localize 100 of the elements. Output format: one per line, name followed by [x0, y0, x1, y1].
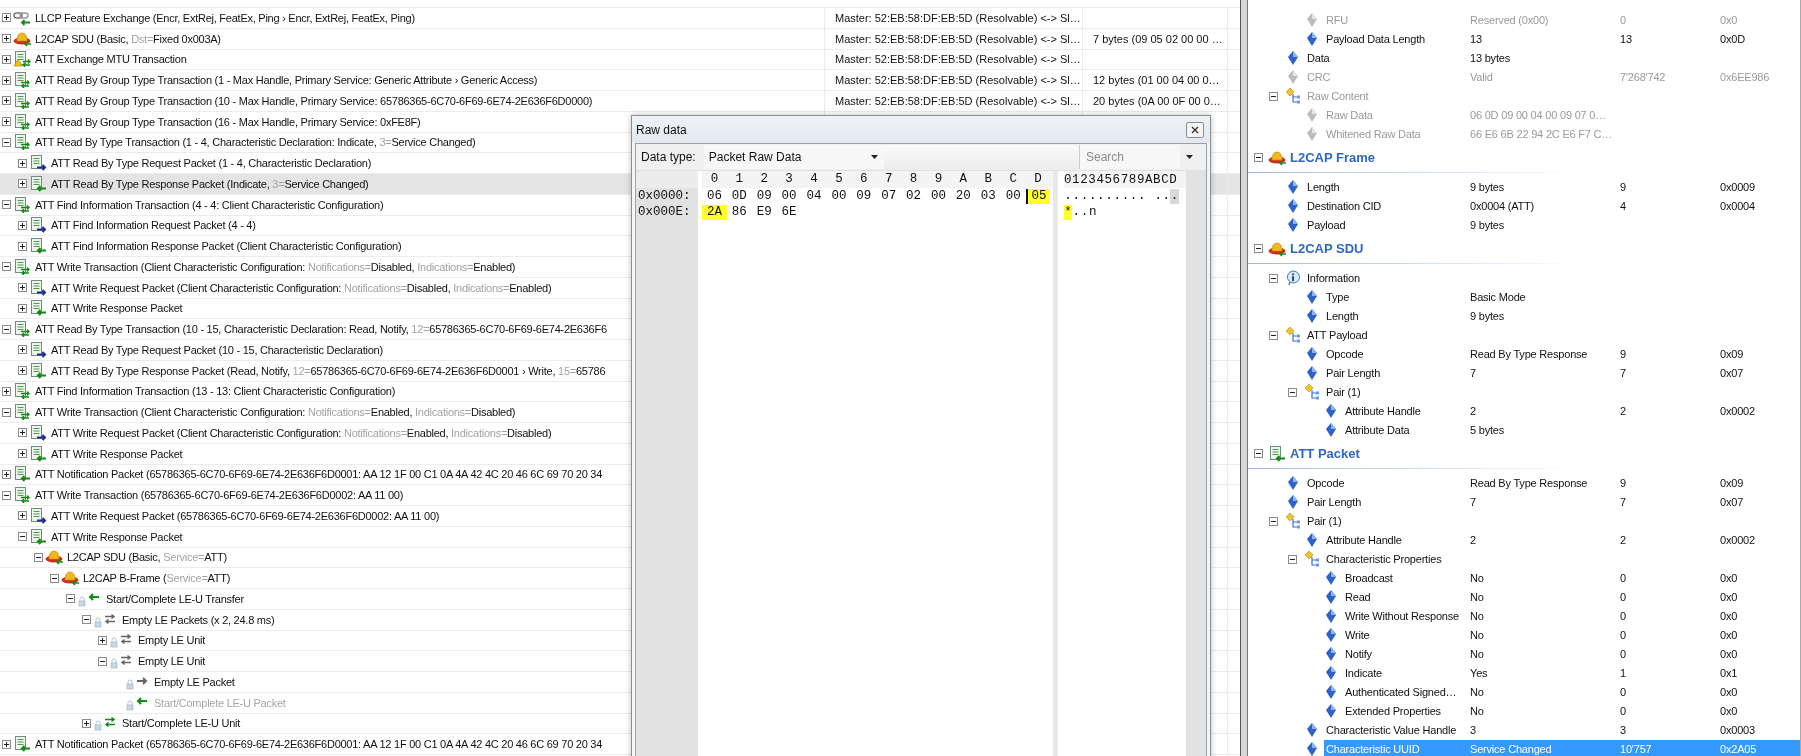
- expand-toggle[interactable]: [2, 739, 11, 749]
- collapse-toggle[interactable]: [1269, 91, 1278, 101]
- property-row[interactable]: Length 9 bytes: [1248, 306, 1800, 326]
- property-row[interactable]: Pair (1): [1248, 511, 1800, 531]
- property-row[interactable]: Extended Properties No 0 0x0: [1248, 701, 1800, 721]
- collapse-toggle[interactable]: [1253, 244, 1263, 253]
- collapse-toggle[interactable]: [1288, 554, 1297, 564]
- property-row[interactable]: Length 9 bytes 9 0x0009: [1248, 177, 1800, 197]
- expand-toggle[interactable]: [18, 179, 27, 189]
- packet-list-icon: [29, 424, 48, 441]
- property-row[interactable]: Characteristic Value Handle 3 3 0x0003: [1248, 720, 1800, 740]
- property-row[interactable]: Data 13 bytes: [1248, 48, 1800, 68]
- expand-toggle[interactable]: [2, 386, 11, 396]
- property-row[interactable]: Opcode Read By Type Response 9 0x09: [1248, 344, 1800, 364]
- tree-row[interactable]: L2CAP SDU (Basic, Dst=Fixed 0x003A) Master: 52:EB:58:DF:EB:5D (Resolvable) <-> Sl… 7 bytes (09 05 02 00 00 …: [0, 28, 1240, 50]
- property-row[interactable]: Opcode Read By Type Response 9 0x09: [1248, 473, 1800, 493]
- property-row[interactable]: Pair Length 7 7 0x07: [1248, 492, 1800, 512]
- collapse-toggle[interactable]: [1253, 449, 1263, 458]
- expand-toggle[interactable]: [98, 635, 107, 645]
- hat-icon: [45, 549, 64, 566]
- diamond-icon: [1307, 32, 1317, 46]
- expand-toggle[interactable]: [2, 96, 11, 106]
- data-type-dropdown[interactable]: Packet Raw Data: [703, 145, 884, 169]
- property-row[interactable]: Attribute Handle 2 2 0x0002: [1248, 530, 1800, 550]
- collapse-toggle[interactable]: [2, 407, 11, 417]
- hex-byte[interactable]: 05: [1025, 188, 1051, 204]
- property-row[interactable]: Broadcast No 0 0x0: [1248, 568, 1800, 588]
- expand-toggle[interactable]: [2, 34, 11, 44]
- expand-toggle[interactable]: [2, 469, 11, 479]
- expand-toggle[interactable]: [2, 75, 11, 85]
- tree-row[interactable]: ATT Read By Group Type Transaction (1 - Max Handle, Primary Service: Generic Attribute › Generic Access) Master: 52:EB:58:DF:EB:5D (Resolvable) <-> Sl… 12 bytes (01 00 04 00 0…: [0, 70, 1240, 91]
- property-row[interactable]: Pair Length 7 7 0x07: [1248, 363, 1800, 383]
- expand-toggle[interactable]: [18, 241, 27, 251]
- collapse-toggle[interactable]: [1253, 153, 1263, 162]
- property-row[interactable]: Destination CID 0x0004 (ATT) 4 0x0004: [1248, 196, 1800, 216]
- expand-toggle[interactable]: [2, 13, 11, 23]
- expand-toggle[interactable]: [18, 511, 27, 521]
- tree-row[interactable]: ATT Read By Group Type Transaction (10 - Max Handle, Primary Service: 65786365-6C70-6F69-6E74-2E636F6D0000) Master: 52:EB:58:DF:EB:5D (Resolvable) <-> Sl… 20 bytes (0A 00 0F 00 0…: [0, 91, 1240, 112]
- property-row[interactable]: Write No 0 0x0: [1248, 625, 1800, 645]
- hex-value: 0x0: [1720, 572, 1738, 584]
- collapse-toggle[interactable]: [50, 573, 59, 583]
- property-row[interactable]: Payload 9 bytes: [1248, 215, 1800, 235]
- packet-list-icon: [13, 113, 32, 130]
- expand-toggle[interactable]: [2, 117, 11, 127]
- property-row[interactable]: Payload Data Length 13 13 0x0D: [1248, 29, 1800, 49]
- tree-row[interactable]: ATT Exchange MTU Transaction Master: 52:EB:58:DF:EB:5D (Resolvable) <-> Sl…: [0, 49, 1240, 71]
- expand-toggle[interactable]: [18, 158, 27, 168]
- collapse-toggle[interactable]: [66, 594, 75, 604]
- property-row[interactable]: Authenticated Signed… No 0 0x0: [1248, 682, 1800, 702]
- collapse-toggle[interactable]: [1288, 387, 1297, 397]
- collapse-toggle[interactable]: [82, 615, 91, 625]
- table-cell: Master: 52:EB:58:DF:EB:5D (Resolvable) <-> Sl…: [835, 11, 1081, 24]
- collapse-toggle[interactable]: [2, 137, 11, 147]
- collapse-toggle[interactable]: [34, 552, 43, 562]
- property-row[interactable]: Information: [1248, 268, 1800, 288]
- search-field[interactable]: Search: [1080, 145, 1180, 169]
- tree-row[interactable]: LLCP Feature Exchange (Encr, ExtRej, FeatEx, Ping › Encr, ExtRej, FeatEx, Ping) Master: 52:EB:58:DF:EB:5D (Resolvable) <-> Sl…: [0, 8, 1240, 29]
- expand-toggle[interactable]: [2, 54, 11, 64]
- expand-toggle[interactable]: [18, 366, 27, 376]
- expand-toggle[interactable]: [18, 345, 27, 355]
- property-row[interactable]: Write Without Response No 0 0x0: [1248, 606, 1800, 626]
- close-button[interactable]: [1186, 121, 1204, 138]
- pane-splitter[interactable]: [1240, 0, 1248, 756]
- property-row[interactable]: ATT Payload: [1248, 325, 1800, 345]
- packet-list-icon: [29, 155, 48, 172]
- row-label: Start/Complete LE-U Transfer: [106, 592, 244, 605]
- expand-toggle[interactable]: [18, 449, 27, 459]
- table-cell: 12 bytes (01 00 04 00 0…: [1093, 74, 1220, 87]
- collapse-toggle[interactable]: [98, 656, 107, 666]
- property-row[interactable]: Pair (1): [1248, 382, 1800, 402]
- property-row[interactable]: Characteristic Properties: [1248, 549, 1800, 569]
- property-value: Valid: [1470, 71, 1493, 83]
- property-row[interactable]: Notify No 0 0x0: [1248, 644, 1800, 664]
- collapse-toggle[interactable]: [1269, 516, 1278, 526]
- expand-toggle[interactable]: [18, 283, 27, 293]
- diamond-icon: [1288, 70, 1298, 84]
- collapse-toggle[interactable]: [2, 490, 11, 500]
- collapse-toggle[interactable]: [2, 262, 11, 272]
- property-row[interactable]: Indicate Yes 1 0x1: [1248, 663, 1800, 683]
- property-name: CRC: [1307, 71, 1331, 83]
- property-row[interactable]: Read No 0 0x0: [1248, 587, 1800, 607]
- property-value: 9 bytes: [1470, 219, 1505, 231]
- property-row[interactable]: Type Basic Mode: [1248, 287, 1800, 307]
- hex-value: 0x09: [1720, 348, 1744, 360]
- collapse-toggle[interactable]: [1269, 330, 1278, 340]
- expand-toggle[interactable]: [18, 428, 27, 438]
- property-row[interactable]: Attribute Data 5 bytes: [1248, 420, 1800, 440]
- property-name: Authenticated Signed…: [1345, 686, 1457, 698]
- expand-toggle[interactable]: [18, 303, 27, 313]
- property-name: Write: [1345, 629, 1370, 641]
- hex-byte[interactable]: 2A: [702, 204, 727, 220]
- expand-toggle[interactable]: [18, 220, 27, 230]
- collapse-toggle[interactable]: [2, 324, 11, 334]
- expand-toggle[interactable]: [82, 718, 91, 728]
- collapse-toggle[interactable]: [2, 200, 11, 210]
- property-row[interactable]: Attribute Handle 2 2 0x0002: [1248, 401, 1800, 421]
- property-value: 9 bytes: [1470, 181, 1505, 193]
- hex-value: 0x0004: [1720, 200, 1755, 212]
- collapse-toggle[interactable]: [1269, 273, 1278, 283]
- collapse-toggle[interactable]: [18, 532, 27, 542]
